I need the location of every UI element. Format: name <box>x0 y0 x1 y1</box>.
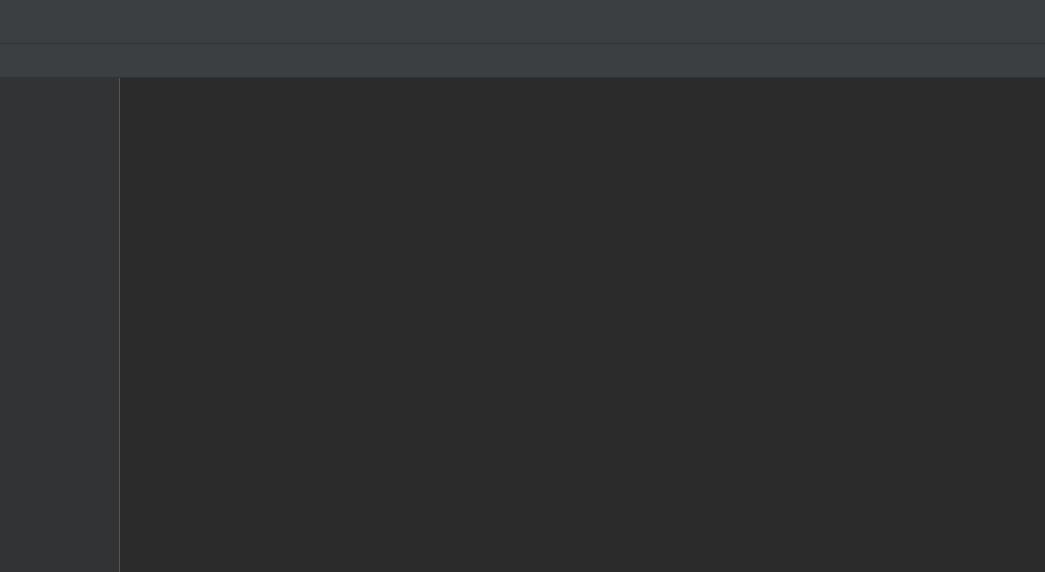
editor-tab-bar <box>0 44 1045 78</box>
line-number-gutter <box>0 78 120 572</box>
code-editor[interactable] <box>0 78 1045 572</box>
code-area[interactable] <box>120 78 1045 572</box>
breadcrumb <box>0 0 1045 44</box>
